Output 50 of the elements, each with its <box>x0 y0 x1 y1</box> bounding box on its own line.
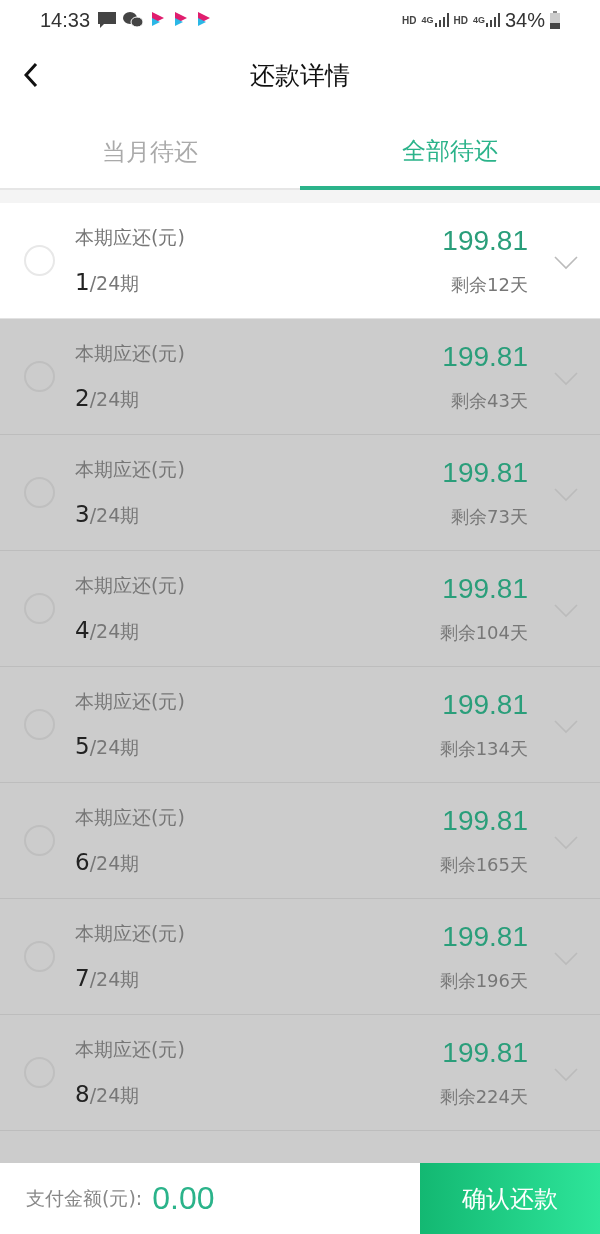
chat-bubbles-icon <box>122 11 145 29</box>
amount-label: 本期应还(元) <box>75 688 186 714</box>
signal-icon <box>434 13 449 27</box>
installment-period: 2/24期 <box>75 384 141 413</box>
signal-icon <box>485 13 500 27</box>
installment-period: 8/24期 <box>75 1080 141 1109</box>
amount-label: 本期应还(元) <box>75 920 186 946</box>
days-remaining: 剩余224天 <box>439 1084 528 1109</box>
installment-period: 6/24期 <box>75 848 141 877</box>
amount-due: 199.81 <box>442 920 528 953</box>
payment-label: 支付金额(元): <box>26 1185 143 1211</box>
battery-icon <box>550 11 560 29</box>
days-remaining: 剩余196天 <box>439 968 528 993</box>
amount-label: 本期应还(元) <box>75 804 186 830</box>
network-label: HD <box>453 14 468 26</box>
days-remaining: 剩余104天 <box>439 620 528 645</box>
network-label: HD <box>402 14 417 26</box>
days-remaining: 剩余165天 <box>439 852 528 877</box>
clock-time: 14:33 <box>40 8 91 32</box>
amount-label: 本期应还(元) <box>75 1036 186 1062</box>
back-button[interactable] <box>22 60 40 90</box>
installment-period: 5/24期 <box>75 732 141 761</box>
amount-due: 199.81 <box>442 572 528 605</box>
days-remaining: 剩余73天 <box>451 504 528 529</box>
amount-label: 本期应还(元) <box>75 224 186 250</box>
installment-period: 7/24期 <box>75 964 141 993</box>
installment-period: 1/24期 <box>75 268 141 297</box>
amount-label: 本期应还(元) <box>75 456 186 482</box>
amount-due: 199.81 <box>442 224 528 257</box>
page-title: 还款详情 <box>250 59 350 92</box>
amount-due: 199.81 <box>442 688 528 721</box>
days-remaining: 剩余134天 <box>439 736 528 761</box>
network-type: 4G <box>421 15 434 25</box>
amount-due: 199.81 <box>442 1036 528 1069</box>
amount-due: 199.81 <box>442 804 528 837</box>
installment-row[interactable]: 本期应还(元) 1/24期 199.81 剩余12天 <box>0 203 600 319</box>
chevron-down-icon <box>554 255 578 270</box>
installment-period: 4/24期 <box>75 616 141 645</box>
amount-label: 本期应还(元) <box>75 572 186 598</box>
message-icon <box>97 11 118 29</box>
network-type: 4G <box>472 15 485 25</box>
installment-period: 3/24期 <box>75 500 141 529</box>
battery-percent: 34% <box>504 8 545 32</box>
days-remaining: 剩余43天 <box>451 388 528 413</box>
days-remaining: 剩余12天 <box>451 272 528 297</box>
amount-due: 199.81 <box>442 456 528 489</box>
amount-label: 本期应还(元) <box>75 340 186 366</box>
chevron-left-icon <box>24 62 38 88</box>
payment-amount: 0.00 <box>152 1180 215 1217</box>
amount-due: 199.81 <box>442 340 528 373</box>
